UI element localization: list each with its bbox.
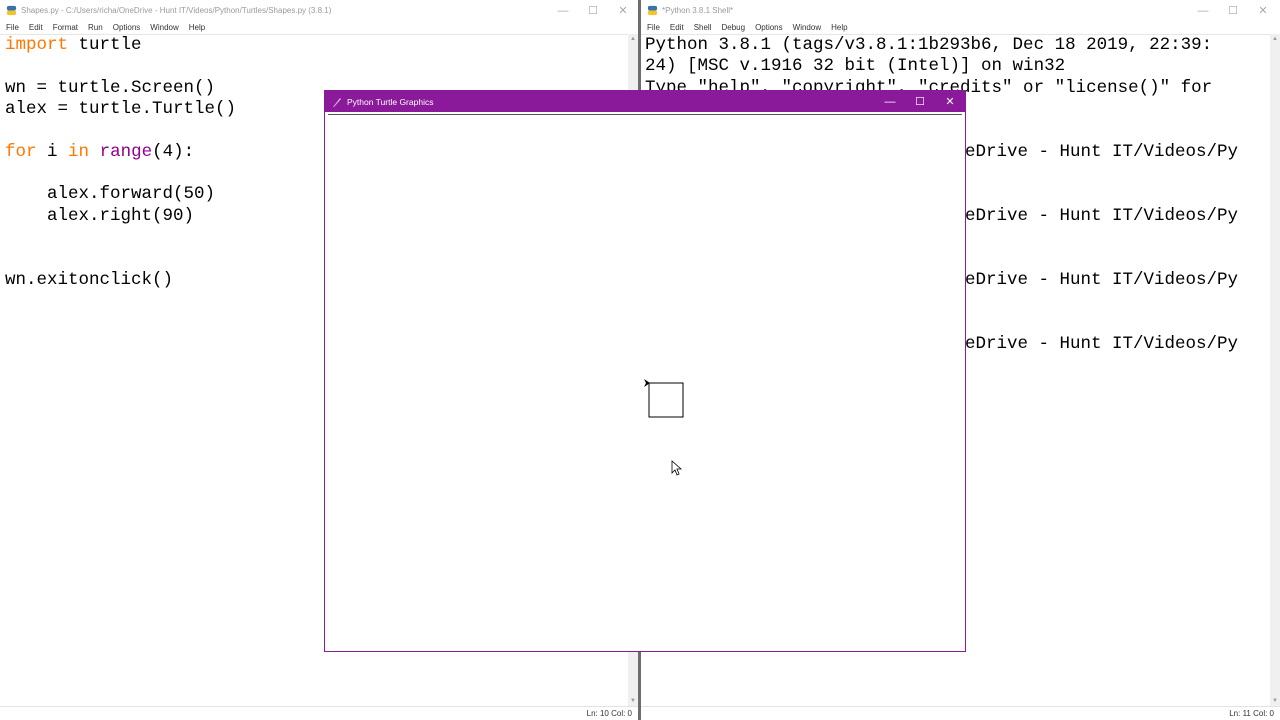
turtle-window-title: Python Turtle Graphics bbox=[347, 96, 434, 107]
python-icon bbox=[6, 5, 17, 16]
maximize-icon[interactable]: ☐ bbox=[1218, 0, 1248, 21]
keyword: for bbox=[5, 142, 37, 162]
editor-title: Shapes.py - C:/Users/richa/OneDrive - Hu… bbox=[21, 6, 332, 15]
keyword: import bbox=[5, 35, 69, 55]
mouse-pointer-icon bbox=[671, 460, 683, 476]
close-icon[interactable]: ✕ bbox=[935, 91, 965, 112]
shell-line-2: 24) [MSC v.1916 32 bit (Intel)] on win32 bbox=[645, 56, 1066, 76]
menu-help[interactable]: Help bbox=[189, 23, 205, 32]
maximize-icon[interactable]: ☐ bbox=[905, 91, 935, 112]
shell-title: *Python 3.8.1 Shell* bbox=[662, 6, 734, 15]
code-line-9: alex.right(90) bbox=[5, 206, 195, 226]
shell-menubar: File Edit Shell Debug Options Window Hel… bbox=[641, 21, 1280, 34]
menu-window[interactable]: Window bbox=[150, 23, 178, 32]
editor-menubar: File Edit Format Run Options Window Help bbox=[0, 21, 638, 34]
shell-status-bar: Ln: 11 Col: 0 bbox=[641, 706, 1280, 720]
menu-shell[interactable]: Shell bbox=[694, 23, 712, 32]
code-line-3: wn = turtle.Screen() bbox=[5, 78, 216, 98]
menu-format[interactable]: Format bbox=[53, 23, 78, 32]
shell-output-line: eDrive - Hunt IT/Videos/Py bbox=[965, 270, 1239, 290]
menu-file[interactable]: File bbox=[6, 23, 19, 32]
shell-line-1: Python 3.8.1 (tags/v3.8.1:1b293b6, Dec 1… bbox=[645, 35, 1213, 55]
editor-status-bar: Ln: 10 Col: 0 bbox=[0, 706, 638, 720]
turtle-graphics-window: Python Turtle Graphics — ☐ ✕ bbox=[324, 90, 966, 652]
code-line-1: import turtle bbox=[5, 35, 142, 55]
shell-output-line: eDrive - Hunt IT/Videos/Py bbox=[965, 142, 1239, 162]
scroll-up-icon[interactable]: ▲ bbox=[628, 34, 638, 44]
scroll-down-icon[interactable]: ▼ bbox=[1270, 696, 1280, 706]
menu-options[interactable]: Options bbox=[755, 23, 783, 32]
turtle-titlebar[interactable]: Python Turtle Graphics — ☐ ✕ bbox=[325, 91, 965, 112]
maximize-icon[interactable]: ☐ bbox=[578, 0, 608, 21]
menu-window[interactable]: Window bbox=[793, 23, 821, 32]
keyword: in bbox=[68, 142, 90, 162]
minimize-icon[interactable]: — bbox=[1188, 0, 1218, 21]
python-icon bbox=[647, 5, 658, 16]
editor-titlebar[interactable]: Shapes.py - C:/Users/richa/OneDrive - Hu… bbox=[0, 0, 638, 21]
turtle-canvas[interactable] bbox=[328, 114, 962, 648]
code-line-8: alex.forward(50) bbox=[5, 184, 216, 204]
scroll-up-icon[interactable]: ▲ bbox=[1270, 34, 1280, 44]
drawn-square bbox=[648, 382, 684, 418]
menu-edit[interactable]: Edit bbox=[670, 23, 684, 32]
feather-icon bbox=[333, 97, 341, 107]
shell-output-line: eDrive - Hunt IT/Videos/Py bbox=[965, 334, 1239, 354]
scroll-down-icon[interactable]: ▼ bbox=[628, 696, 638, 706]
minimize-icon[interactable]: — bbox=[875, 91, 905, 112]
shell-output-line: eDrive - Hunt IT/Videos/Py bbox=[965, 206, 1239, 226]
shell-titlebar[interactable]: *Python 3.8.1 Shell* — ☐ ✕ bbox=[641, 0, 1280, 21]
turtle-drawing bbox=[644, 379, 684, 476]
menu-run[interactable]: Run bbox=[88, 23, 103, 32]
menu-edit[interactable]: Edit bbox=[29, 23, 43, 32]
code-line-6: for i in range(4): bbox=[5, 142, 195, 162]
shell-scrollbar[interactable]: ▲ ▼ bbox=[1270, 34, 1280, 706]
menu-options[interactable]: Options bbox=[113, 23, 141, 32]
code-line-12: wn.exitonclick() bbox=[5, 270, 174, 290]
close-icon[interactable]: ✕ bbox=[608, 0, 638, 21]
close-icon[interactable]: ✕ bbox=[1248, 0, 1278, 21]
code-line-4: alex = turtle.Turtle() bbox=[5, 99, 237, 119]
builtin: range bbox=[99, 142, 153, 162]
menu-help[interactable]: Help bbox=[831, 23, 847, 32]
menu-file[interactable]: File bbox=[647, 23, 660, 32]
minimize-icon[interactable]: — bbox=[548, 0, 578, 21]
menu-debug[interactable]: Debug bbox=[721, 23, 745, 32]
